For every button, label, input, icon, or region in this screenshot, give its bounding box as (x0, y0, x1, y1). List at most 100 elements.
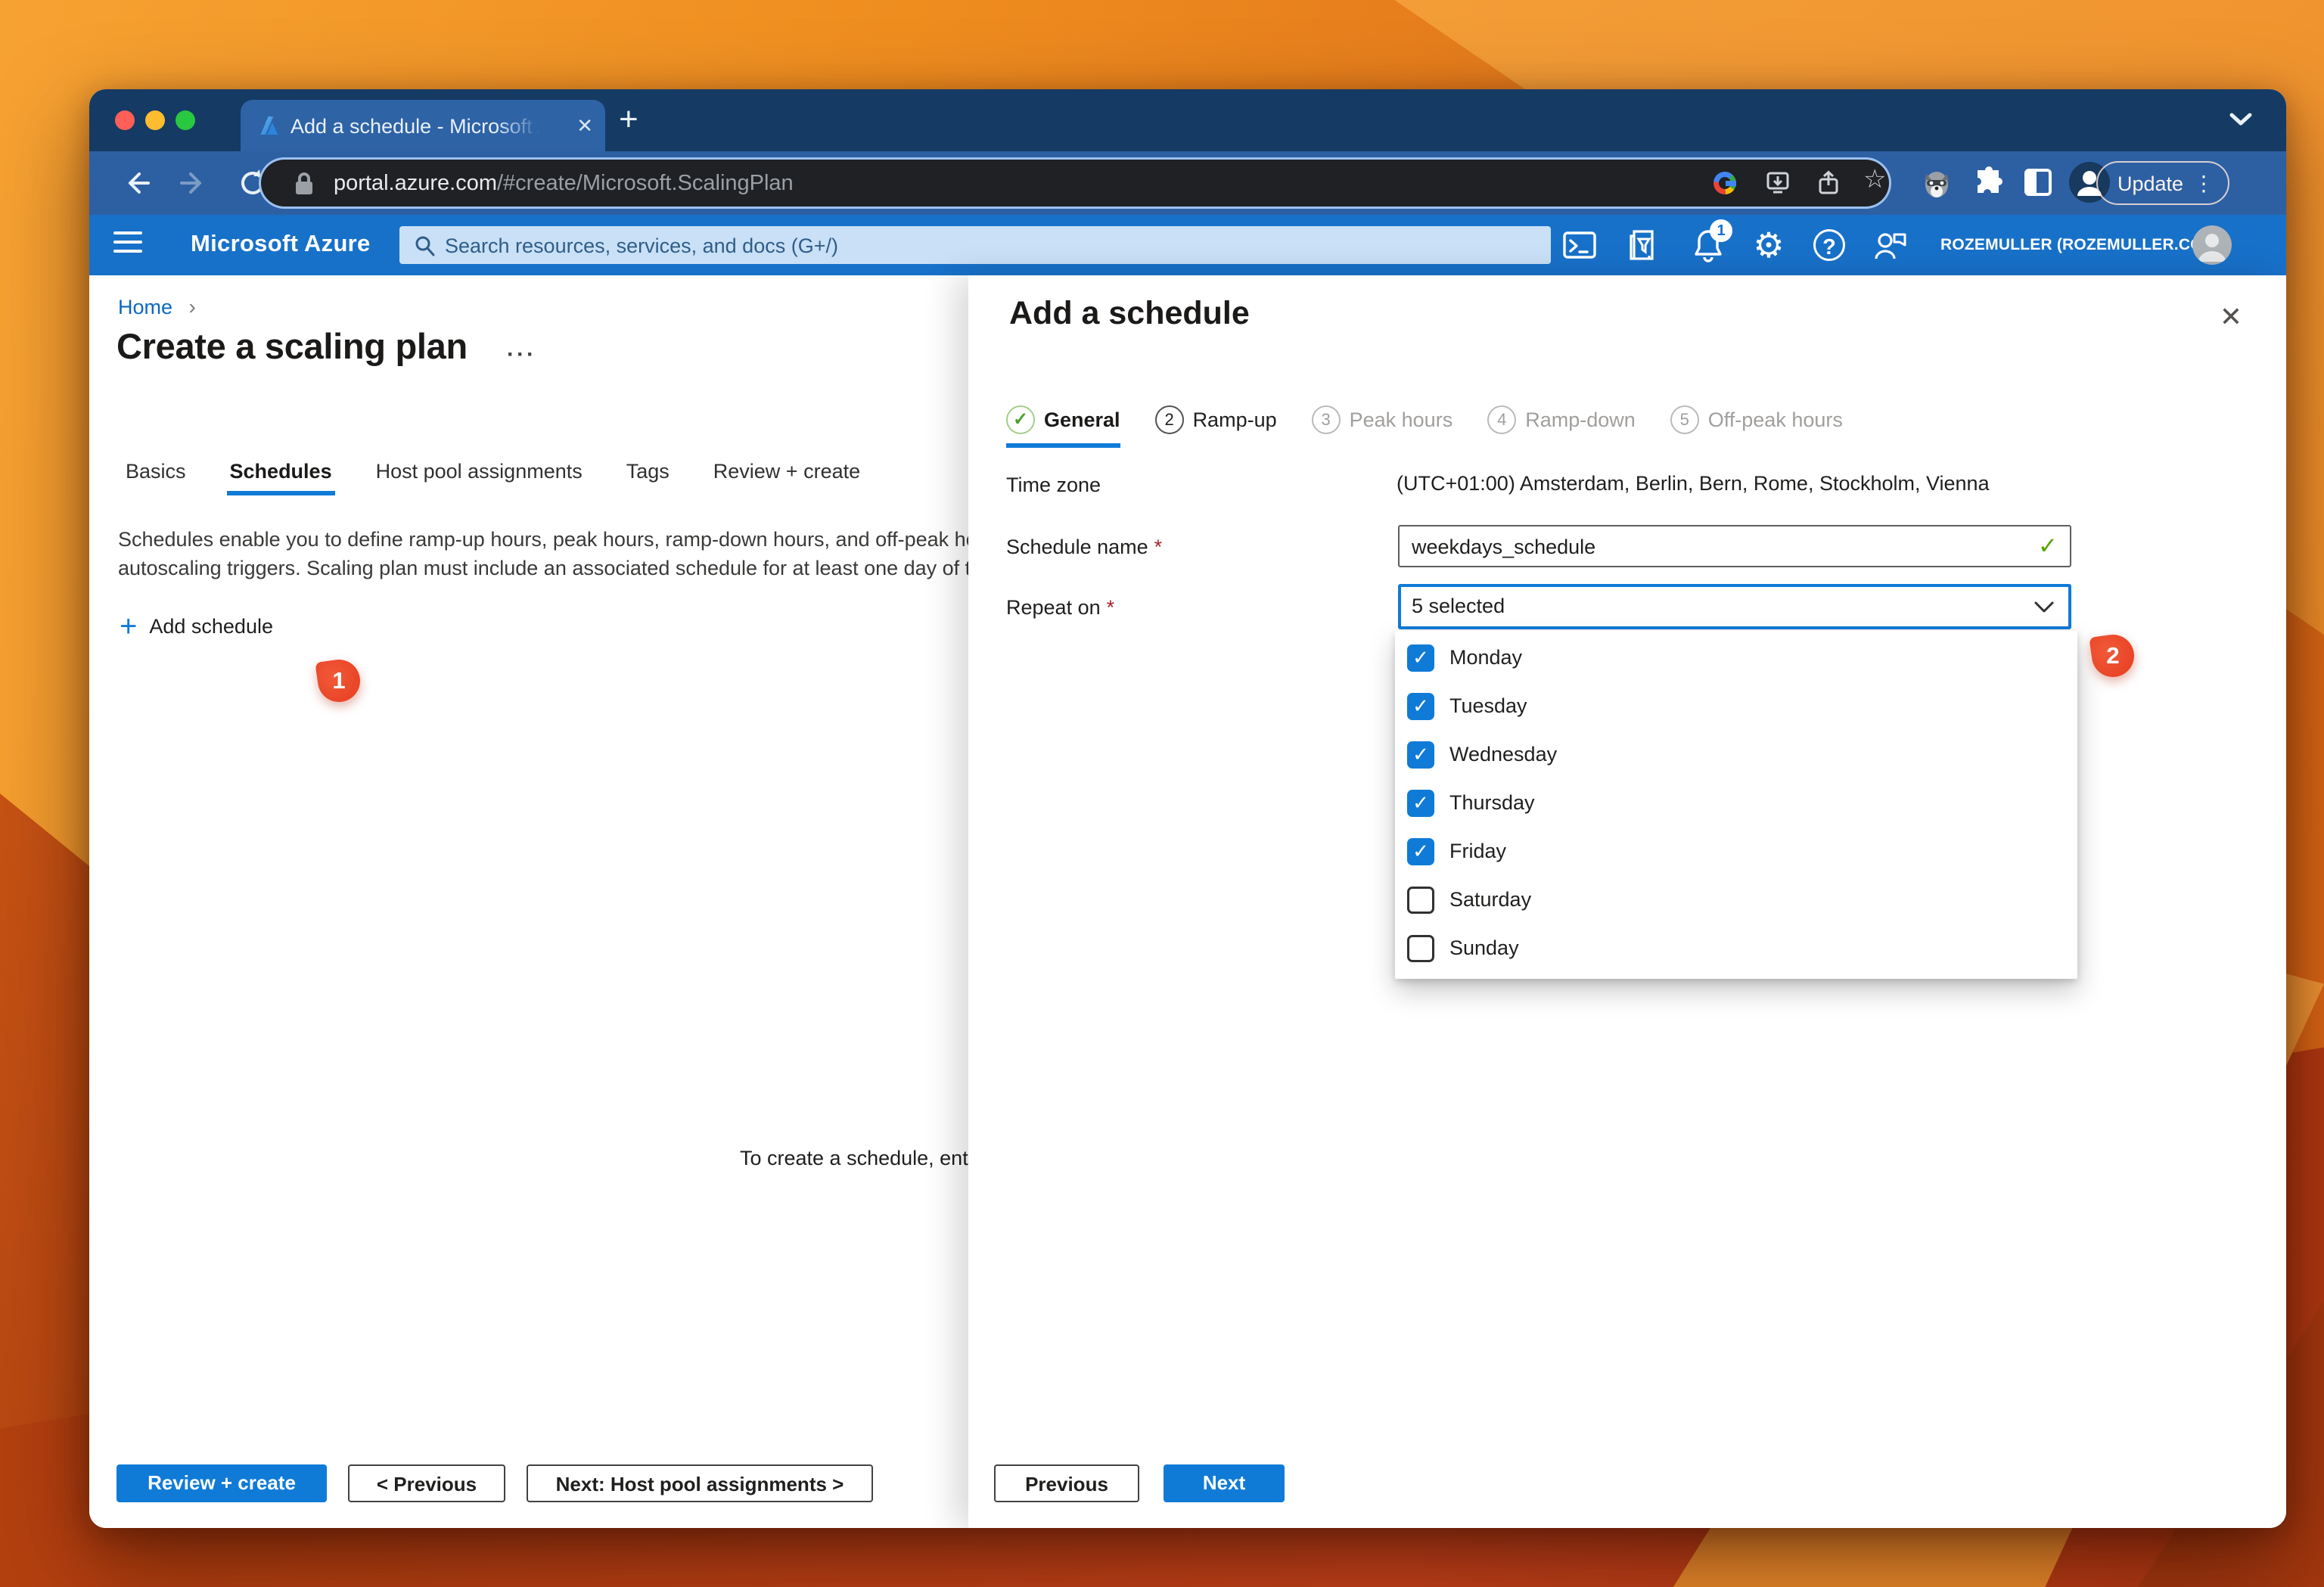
page-title: Create a scaling plan (117, 325, 468, 367)
new-tab-button[interactable]: + (619, 103, 638, 136)
step-check-icon: ✓ (1006, 405, 1035, 434)
annotation-badge-2: 2 (2089, 632, 2136, 679)
checkbox-checked[interactable]: ✓ (1407, 741, 1434, 769)
panel-next-button[interactable]: Next (1164, 1464, 1285, 1502)
feedback-icon[interactable] (1872, 227, 1908, 263)
notification-count-badge: 1 (1710, 219, 1732, 242)
update-button[interactable]: Update ⋮ (2096, 161, 2229, 205)
page-context-menu-icon[interactable]: ··· (507, 342, 536, 368)
checkbox-checked[interactable]: ✓ (1407, 790, 1434, 817)
tab-search-chevron-icon[interactable] (2229, 112, 2253, 127)
option-sunday[interactable]: Sunday (1395, 924, 2077, 973)
previous-button[interactable]: < Previous (348, 1464, 505, 1502)
raccoon-extension-icon[interactable] (1919, 165, 1954, 200)
url-domain: portal.azure.com (334, 171, 497, 195)
account-name[interactable]: ROZEMULLER (ROZEMULLER.COM) (1940, 236, 2222, 254)
checkbox-unchecked[interactable] (1407, 887, 1434, 914)
next-host-pool-button[interactable]: Next: Host pool assignments > (527, 1464, 873, 1502)
create-scaling-plan-page: Home › Create a scaling plan ··· Basics … (89, 275, 968, 1528)
back-icon[interactable] (121, 168, 151, 198)
option-friday[interactable]: ✓ Friday (1395, 828, 2077, 876)
schedule-name-input[interactable] (1410, 526, 2011, 567)
breadcrumb-home-link[interactable]: Home (118, 296, 172, 318)
required-asterisk: * (1154, 536, 1163, 558)
azure-favicon-icon (257, 113, 281, 138)
checkbox-checked[interactable]: ✓ (1407, 644, 1434, 672)
add-schedule-label: Add schedule (149, 615, 273, 638)
add-schedule-link[interactable]: + Add schedule (120, 613, 273, 640)
option-tuesday[interactable]: ✓ Tuesday (1395, 682, 2077, 731)
help-icon[interactable]: ? (1811, 227, 1847, 263)
plus-icon: + (120, 613, 137, 640)
notifications-bell[interactable]: 1 (1690, 227, 1726, 263)
browser-toolbar: portal.azure.com/#create/Microsoft.Scali… (89, 151, 2286, 215)
azure-brand[interactable]: Microsoft Azure (191, 230, 371, 257)
breadcrumb: Home › (118, 295, 196, 319)
extensions-puzzle-icon[interactable] (1973, 166, 2005, 198)
schedules-description: Schedules enable you to define ramp-up h… (118, 525, 968, 582)
google-icon[interactable] (1713, 172, 1736, 194)
portal-content: Home › Create a scaling plan ··· Basics … (89, 275, 2286, 1528)
checkbox-checked[interactable]: ✓ (1407, 838, 1434, 865)
annotation-badge-1: 1 (315, 657, 362, 704)
option-monday[interactable]: ✓ Monday (1395, 634, 2077, 682)
forward-icon[interactable] (179, 168, 209, 198)
schedule-hint-text: To create a schedule, enter (740, 1147, 968, 1170)
url-bar[interactable]: portal.azure.com/#create/Microsoft.Scali… (261, 160, 1889, 207)
account-avatar[interactable] (2192, 225, 2232, 265)
cloud-shell-icon[interactable] (1561, 227, 1598, 263)
checkbox-unchecked[interactable] (1407, 935, 1434, 962)
step-off-peak-hours: 5 Off-peak hours (1670, 405, 1843, 448)
timezone-value: (UTC+01:00) Amsterdam, Berlin, Bern, Rom… (1397, 472, 1990, 495)
tab-schedules[interactable]: Schedules (230, 460, 332, 495)
azure-header: Microsoft Azure 1 ⚙ ? (89, 215, 2286, 275)
repeat-on-value: 5 selected (1412, 595, 1505, 618)
window-minimize-button[interactable] (145, 110, 165, 130)
tab-basics[interactable]: Basics (126, 460, 186, 495)
browser-menu-kebab-icon[interactable]: ⋮ (2193, 163, 2214, 205)
tab-tags[interactable]: Tags (626, 460, 670, 495)
review-create-button[interactable]: Review + create (117, 1464, 327, 1502)
step-general[interactable]: ✓ General (1006, 405, 1120, 448)
checkbox-checked[interactable]: ✓ (1407, 693, 1434, 720)
panel-previous-button[interactable]: Previous (994, 1464, 1139, 1502)
panel-title: Add a schedule (1009, 295, 1250, 332)
tab-close-icon[interactable]: ✕ (576, 113, 593, 138)
browser-window: Add a schedule - Microsoft Azu ✕ + porta… (89, 89, 2286, 1528)
wizard-tabs: Basics Schedules Host pool assignments T… (126, 460, 860, 495)
tab-host-pool-assignments[interactable]: Host pool assignments (376, 460, 583, 495)
browser-tab-active[interactable]: Add a schedule - Microsoft Azu ✕ (241, 100, 605, 151)
required-asterisk: * (1107, 596, 1115, 619)
repeat-on-label: Repeat on* (1006, 596, 1114, 620)
repeat-on-options: ✓ Monday ✓ Tuesday ✓ Wednesday ✓ Thursda… (1395, 631, 2077, 979)
sidebar-toggle-icon[interactable] (2023, 167, 2053, 197)
schedule-name-field[interactable]: ✓ (1398, 525, 2071, 567)
option-saturday[interactable]: Saturday (1395, 876, 2077, 924)
option-wednesday[interactable]: ✓ Wednesday (1395, 731, 2077, 779)
browser-tabstrip: Add a schedule - Microsoft Azu ✕ + (89, 89, 2286, 151)
step-ramp-up[interactable]: 2 Ramp-up (1155, 405, 1277, 448)
window-close-button[interactable] (115, 110, 135, 130)
azure-search-box[interactable] (399, 226, 1551, 264)
url-text: portal.azure.com/#create/Microsoft.Scali… (334, 170, 794, 196)
add-schedule-panel: Add a schedule ✕ ✓ General 2 Ramp-up 3 P… (968, 275, 2286, 1528)
install-icon[interactable] (1765, 170, 1791, 196)
panel-close-icon[interactable]: ✕ (2220, 301, 2242, 333)
window-zoom-button[interactable] (176, 110, 195, 130)
chevron-down-icon (2034, 601, 2055, 614)
timezone-label: Time zone (1006, 474, 1101, 497)
settings-gear-icon[interactable]: ⚙ (1751, 227, 1787, 263)
option-thursday[interactable]: ✓ Thursday (1395, 779, 2077, 828)
bookmark-star-icon[interactable]: ☆ (1863, 164, 1889, 190)
subscription-filter-icon[interactable] (1626, 227, 1663, 263)
hamburger-menu-icon[interactable] (113, 231, 142, 259)
question-mark: ? (1813, 229, 1845, 261)
valid-check-icon: ✓ (2038, 533, 2058, 560)
update-label: Update (2117, 172, 2183, 195)
lock-icon (294, 172, 314, 196)
repeat-on-dropdown[interactable]: 5 selected (1398, 584, 2071, 629)
share-icon[interactable] (1816, 170, 1841, 196)
description-line-2: autoscaling triggers. Scaling plan must … (118, 554, 968, 582)
tab-review-create[interactable]: Review + create (713, 460, 860, 495)
search-input[interactable] (443, 226, 1505, 266)
